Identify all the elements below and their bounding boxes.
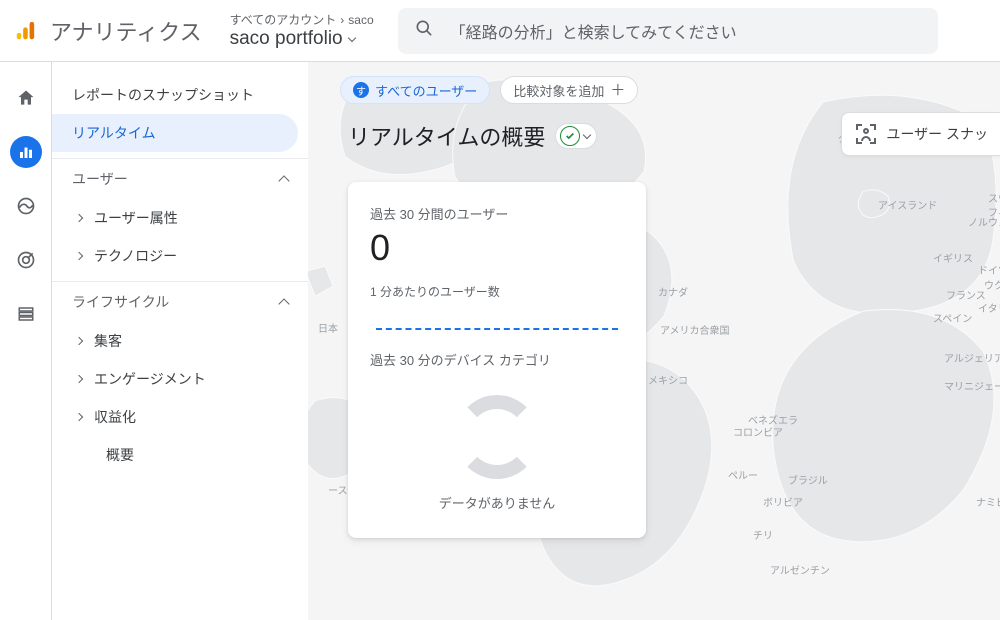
map-label: ボリビア [763,494,803,509]
map-label: アメリカ合衆国 [660,322,730,337]
sidebar-item-realtime[interactable]: リアルタイム [52,114,298,152]
sidebar-group-user[interactable]: ユーザー [52,158,308,199]
map-label: マリニジェール [944,378,1000,393]
map-label: フィン [988,204,1000,219]
map-label: ナミビ [976,494,1000,509]
sidebar-group-lifecycle[interactable]: ライフサイクル [52,281,308,322]
map-label: スウ [988,190,1000,205]
realtime-users-card: 過去 30 分間のユーザー 0 1 分あたりのユーザー数 過去 30 分のデバイ… [348,182,646,538]
app-title: アナリティクス [50,15,202,47]
map-label: 日本 [318,320,338,335]
chip-add-compare[interactable]: 比較対象を追加 ＋ [500,76,638,104]
app-header: アナリティクス すべてのアカウント › saco saco portfolio … [0,0,1000,62]
chip-all-users[interactable]: す すべてのユーザー [340,76,490,104]
map-label: アルゼンチン [770,562,830,577]
card-subheading: 1 分あたりのユーザー数 [370,283,624,300]
sidebar-item-user-attributes[interactable]: ユーザー属性 [52,199,308,237]
sidebar-item-label: 集客 [94,331,122,351]
main-content: グリーンランド カナダ アメリカ合衆国 メキシコ ベネズエラ コロンビア ペルー… [308,62,1000,620]
status-dropdown[interactable] [555,123,597,149]
map-label: ウクラ [984,277,1000,292]
sidebar-item-engagement[interactable]: エンゲージメント [52,360,308,398]
chip-badge: す [353,82,369,98]
property-selector[interactable]: すべてのアカウント › saco saco portfolio [230,11,374,50]
sidebar-item-label: 収益化 [94,407,136,427]
map-label: ペルー [728,467,758,482]
card-heading: 過去 30 分間のユーザー [370,204,624,223]
chevron-down-icon [583,130,591,138]
sidebar-item-label: エンゲージメント [94,369,206,389]
sidebar-group-lifecycle-label: ライフサイクル [72,292,169,312]
caret-right-icon [75,337,83,345]
nav-rail [0,62,52,620]
breadcrumb-prefix: すべてのアカウント [230,11,337,28]
map-label: チリ [753,527,773,542]
chevron-up-icon [278,175,289,186]
caret-right-icon [75,413,83,421]
chevron-right-icon: › [340,13,344,27]
card-sparkline [376,328,618,330]
sidebar-item-label: ユーザー属性 [94,208,178,228]
map-label: ブラジル [788,472,828,487]
map-label: アルジェリア [944,350,1000,365]
map-label: ドイツ [978,262,1000,277]
sidebar-item-overview[interactable]: 概要 [52,436,308,474]
card-device-heading: 過去 30 分のデバイス カテゴリ [370,350,624,369]
donut-placeholder-icon [455,395,539,479]
map-label: イタリ [978,300,1000,315]
check-circle-icon [560,126,580,146]
rail-reports-icon[interactable] [10,136,42,168]
card-value: 0 [370,227,624,269]
caret-right-icon [75,375,83,383]
map-label: スペイン [933,310,972,325]
chip-label: 比較対象を追加 [513,81,604,100]
no-data-label: データがありません [439,493,556,512]
map-label: イギリス [933,250,973,265]
chevron-up-icon [278,298,289,309]
user-snapshot-button[interactable]: ユーザー スナッ [841,112,1000,156]
sidebar-item-acquisition[interactable]: 集客 [52,322,308,360]
user-scan-icon [856,124,876,144]
map-label: アイスランド [878,197,937,212]
chip-label: すべてのユーザー [375,81,477,100]
rail-explore-icon[interactable] [10,190,42,222]
caret-right-icon [75,214,83,222]
sidebar-group-user-label: ユーザー [72,169,128,189]
sidebar-item-monetization[interactable]: 収益化 [52,398,308,436]
map-label: コロンビア [733,424,783,439]
search-icon [414,18,434,43]
sidebar-item-technology[interactable]: テクノロジー [52,237,308,275]
chevron-down-icon [349,28,355,50]
page-title: リアルタイムの概要 [348,120,545,152]
sidebar-item-label: 概要 [106,445,134,465]
search-input[interactable]: 「経路の分析」と検索してみてください [398,8,938,54]
map-label: カナダ [658,284,688,299]
sidebar-item-label: テクノロジー [94,246,177,266]
search-placeholder: 「経路の分析」と検索してみてください [450,19,737,43]
plus-icon: ＋ [610,83,625,98]
caret-right-icon [75,252,83,260]
sidebar: レポートのスナップショット リアルタイム ユーザー ユーザー属性 テクノロジー … [52,62,308,620]
breadcrumb-property: saco portfolio [230,28,343,50]
map-label: メキシコ [648,372,688,387]
sidebar-item-snapshot[interactable]: レポートのスナップショット [52,76,308,114]
rail-advertising-icon[interactable] [10,244,42,276]
analytics-logo-icon [14,20,36,42]
snapshot-button-label: ユーザー スナッ [886,124,988,144]
breadcrumb-account: saco [348,13,373,27]
rail-configure-icon[interactable] [10,298,42,330]
rail-home-icon[interactable] [10,82,42,114]
